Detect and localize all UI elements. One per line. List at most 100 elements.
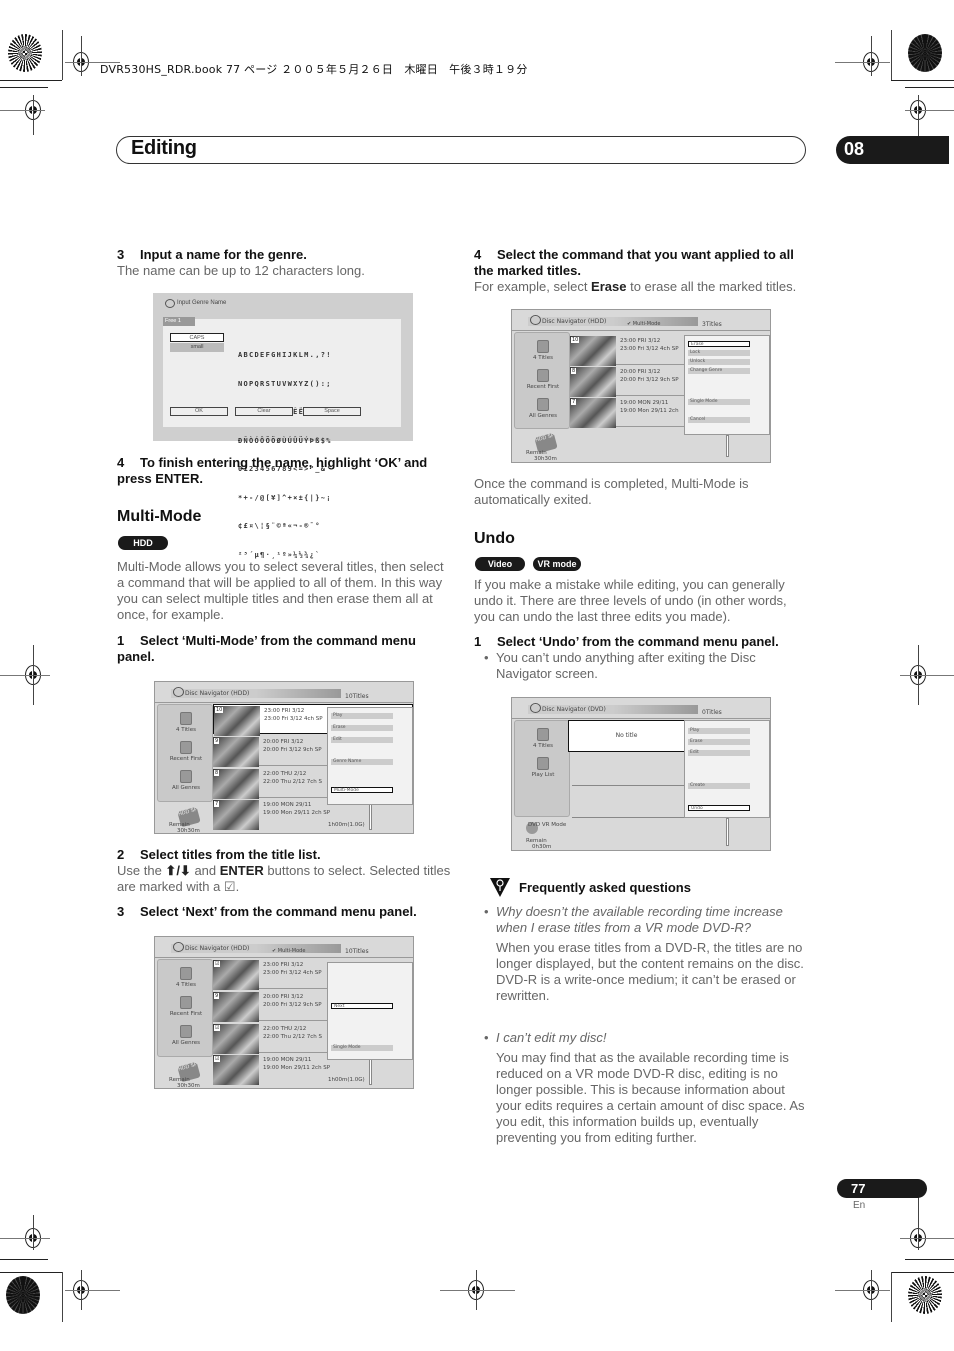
sort-icon [180,996,192,1009]
sidebar-item-titles[interactable]: 4 Titles [515,340,571,361]
step-select-titles: 2 Select titles from the title list. [117,847,321,862]
title-count: 3Titles [702,321,722,328]
registration-starburst-icon [6,1276,40,1314]
disc-navigator-screen-undo: Disc Navigator (DVD) 0Titles 4 Titles Pl… [511,697,771,851]
disc-icon [530,315,541,325]
chapter-header-bar: Editing [116,136,806,164]
sidebar-item-recent-first[interactable]: Recent First [515,369,571,390]
menu-item-next[interactable]: Next [331,1003,393,1009]
undo-intro: If you make a mistake while editing, you… [474,577,787,624]
faq-question: I can’t edit my disc! [496,1030,607,1045]
step-select-titles-body: Use the ⬆/⬇ and ENTER buttons to select.… [117,863,451,894]
no-title-row: No title [568,720,685,752]
caps-mode-button[interactable]: CAPS [170,333,224,342]
menu-item-lock[interactable]: Lock [688,350,750,356]
dvd-vr-mode-badge: DVD VR Mode [528,822,567,828]
scrollbar[interactable] [726,818,729,846]
menu-item-play[interactable]: Play [688,728,750,734]
menu-item-change-genre[interactable]: Change Genre [688,368,750,374]
menu-item-edit[interactable]: Edit [331,737,393,743]
menu-item-edit[interactable]: Edit [688,750,750,756]
checkbox-icon: ☑ [214,1025,221,1031]
registration-starburst-icon [908,1276,942,1314]
step-select-command: 4 Select the command that you want applie… [474,247,794,278]
remain-time: Remain 30h30m [169,1077,200,1089]
scrollbar[interactable] [369,1057,372,1085]
sidebar-item-all-genres[interactable]: All Genres [158,770,214,791]
faq-item: • Why doesn’t the available recording ti… [484,904,806,1004]
menu-item-single-mode[interactable]: Single Mode [688,399,750,405]
title-count: 10Titles [345,948,369,955]
step-finish-entering: 4 To finish entering the name, highlight … [117,455,428,486]
multi-mode-indicator: ✔ Multi-Mode [627,321,661,327]
command-menu-panel: Erase Lock Unlock Change Genre Single Mo… [684,335,770,435]
scrollbar[interactable] [369,802,372,830]
menu-item-unlock[interactable]: Unlock [688,359,750,365]
clear-button[interactable]: Clear [235,407,293,416]
title-count: 10Titles [345,693,369,700]
page-language: En [853,1200,866,1211]
multi-mode-exit-note: Once the command is completed, Multi-Mod… [474,476,749,507]
faq-answer: When you erase titles from a DVD-R, the … [496,940,804,1003]
screen-title: Disc Navigator (HDD) [171,942,341,953]
navigator-sidebar: 4 Titles Recent First All Genres [157,704,213,802]
menu-item-genre-name[interactable]: Genre Name [331,759,393,765]
multi-mode-intro: Multi-Mode allows you to select several … [117,559,444,622]
menu-item-play[interactable]: Play [331,713,393,719]
disc-icon [530,703,541,713]
chapter-number-tab: 08 [836,136,949,164]
screen-title: Disc Navigator (DVD) [528,703,698,714]
menu-item-erase[interactable]: Erase [688,341,750,347]
step-select-next: 3 Select ‘Next’ from the command menu pan… [117,904,417,919]
sidebar-item-all-genres[interactable]: All Genres [515,398,571,419]
scrollbar[interactable] [726,435,729,457]
faq-item: • I can’t edit my disc! You may find tha… [484,1030,805,1145]
sidebar-item-play-list[interactable]: Play List [515,757,571,778]
disc-navigator-screen-erase: Disc Navigator (HDD) ✔ Multi-Mode 3Title… [511,309,771,463]
sidebar-item-titles[interactable]: 4 Titles [158,967,214,988]
command-menu-panel: Play Erase Edit Create Undo [684,720,770,818]
menu-item-single-mode[interactable]: Single Mode [331,1045,393,1051]
title-size: 1h00m(1.0G) [328,1077,365,1083]
navigator-sidebar: 4 Titles Recent First All Genres [157,959,213,1057]
sidebar-item-recent-first[interactable]: Recent First [158,996,214,1017]
space-button[interactable]: Space [303,407,361,416]
sidebar-item-titles[interactable]: 4 Titles [158,712,214,733]
sidebar-item-all-genres[interactable]: All Genres [158,1025,214,1046]
checkbox-icon: ☑ [214,1056,221,1062]
disc-icon [173,942,184,952]
video-mode-badge: Video mode [475,557,525,583]
titles-icon [180,967,192,980]
sidebar-item-titles[interactable]: 4 Titles [515,728,571,749]
checkbox-icon: ☑ [214,961,221,967]
titles-icon [180,712,192,725]
menu-item-multi-mode[interactable]: Multi-Mode [331,787,393,793]
menu-item-create[interactable]: Create [688,783,750,789]
playlist-icon [537,757,549,770]
faq-question-icon [490,878,510,897]
small-mode-button[interactable]: small [170,343,224,352]
titles-icon [537,340,549,353]
screen-title: Disc Navigator (HDD) [171,687,341,698]
menu-item-cancel[interactable]: Cancel [688,417,750,423]
navigator-sidebar: 4 Titles Recent First All Genres [514,332,570,429]
sidebar-item-recent-first[interactable]: Recent First [158,741,214,762]
step-select-multi-mode: 1 Select ‘Multi-Mode’ from the command me… [117,633,416,664]
menu-item-erase[interactable]: Erase [331,725,393,731]
menu-item-undo[interactable]: Undo [688,805,750,811]
genres-icon [537,398,549,411]
step-select-command-body: For example, select Erase to erase all t… [474,279,797,294]
remain-time: Remain 0h30m [526,838,552,850]
ok-button[interactable]: OK [170,407,228,416]
genre-name-field[interactable]: Free 1 [163,317,195,326]
registration-starburst-icon [908,34,942,72]
remain-time: Remain 30h30m [526,450,557,462]
multi-mode-indicator: ✔ Multi-Mode [272,948,306,954]
step-input-genre-name: 3 Input a name for the genre. [117,247,307,262]
disc-navigator-screen-multimode-menu: Disc Navigator (HDD) 10Titles 4 Titles R… [154,681,414,834]
menu-item-erase[interactable]: Erase [688,739,750,745]
titles-icon [537,728,549,741]
print-file-header: DVR530HS_RDR.book 77 ページ ２００５年５月２６日 木曜日 … [100,63,528,76]
chapter-title: Editing [131,137,197,159]
sort-icon [180,741,192,754]
